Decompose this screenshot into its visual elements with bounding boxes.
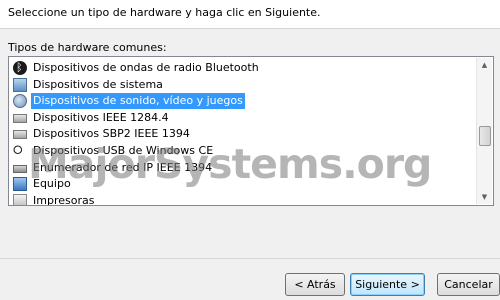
list-item-ieee-1284[interactable]: Dispositivos IEEE 1284.4	[11, 110, 477, 127]
list-item-bluetooth[interactable]: Dispositivos de ondas de radio Bluetooth	[11, 60, 477, 77]
list-item-label: Impresoras	[33, 193, 95, 206]
cancel-button[interactable]: Cancelar	[437, 273, 500, 296]
list-item-usb-windows-ce[interactable]: Dispositivos USB de Windows CE	[11, 143, 477, 160]
bluetooth-icon	[13, 60, 27, 76]
next-button[interactable]: Siguiente >	[350, 273, 425, 296]
computer-icon	[13, 177, 27, 192]
list-item-label: Equipo	[33, 177, 71, 191]
list-item-label: Dispositivos de ondas de radio Bluetooth	[33, 61, 259, 74]
scroll-thumb[interactable]	[479, 125, 491, 146]
hardware-list-label: Tipos de hardware comunes:	[8, 41, 167, 54]
scroll-down-arrow-icon[interactable]: ▼	[477, 190, 492, 204]
ieee-device-icon	[13, 113, 27, 123]
list-item-label: Dispositivos de sonido, vídeo y juegos	[31, 93, 245, 110]
list-item-label: Dispositivos SBP2 IEEE 1394	[33, 127, 190, 141]
add-hardware-wizard: Seleccione un tipo de hardware y haga cl…	[0, 0, 500, 300]
list-item-label: Dispositivos de sistema	[33, 77, 163, 91]
list-item-printers[interactable]: Impresoras	[11, 193, 477, 206]
list-item-sound-video-games[interactable]: Dispositivos de sonido, vídeo y juegos	[11, 93, 477, 110]
hardware-list-items: Dispositivos de ondas de radio Bluetooth…	[11, 60, 477, 206]
list-item-label: Dispositivos USB de Windows CE	[33, 143, 214, 157]
scroll-up-arrow-icon[interactable]: ▲	[477, 58, 492, 72]
hardware-type-listbox[interactable]: Dispositivos de ondas de radio Bluetooth…	[8, 56, 494, 206]
system-device-icon	[13, 77, 27, 92]
sound-device-icon	[13, 94, 27, 109]
header-divider	[0, 28, 500, 29]
list-item-label: Enumerador de red IP IEEE 1394	[33, 160, 213, 174]
back-button[interactable]: < Atrás	[285, 273, 345, 296]
listbox-scrollbar[interactable]: ▲ ▼	[476, 58, 492, 204]
list-item-ip-enumerator[interactable]: Enumerador de red IP IEEE 1394	[11, 160, 477, 177]
printer-icon	[13, 193, 27, 205]
footer-divider	[0, 258, 500, 259]
list-item-sbp2-ieee-1394[interactable]: Dispositivos SBP2 IEEE 1394	[11, 126, 477, 143]
list-item-computer[interactable]: Equipo	[11, 176, 477, 193]
network-enumerator-icon	[13, 164, 27, 173]
list-item-label: Dispositivos IEEE 1284.4	[33, 110, 169, 124]
sbp2-device-icon	[13, 130, 27, 140]
usb-icon	[13, 143, 27, 158]
instruction-text: Seleccione un tipo de hardware y haga cl…	[8, 6, 321, 19]
list-item-system-devices[interactable]: Dispositivos de sistema	[11, 77, 477, 94]
header-band: Seleccione un tipo de hardware y haga cl…	[0, 0, 500, 28]
